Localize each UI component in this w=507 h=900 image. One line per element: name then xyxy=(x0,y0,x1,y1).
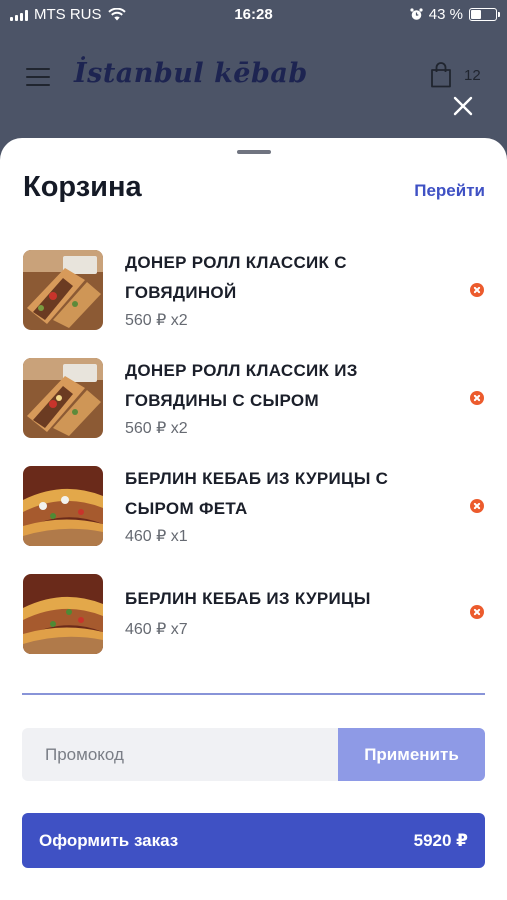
item-name: БЕРЛИН КЕБАБ ИЗ КУРИЦЫ С СЫРОМ ФЕТА xyxy=(125,469,389,518)
item-name: ДОНЕР РОЛЛ КЛАССИК ИЗ ГОВЯДИНЫ С СЫРОМ xyxy=(125,361,358,410)
promo-row: Применить xyxy=(22,728,485,781)
menu-icon[interactable] xyxy=(26,68,50,86)
cart-item: БЕРЛИН КЕБАБ ИЗ КУРИЦЫ 460 ₽ x7 xyxy=(0,572,507,654)
cart-sheet: Корзина Перейти ДОНЕР РОЛЛ КЛАССИК С ГОВ… xyxy=(0,138,507,900)
app-header: İstanbul kēbab 12 xyxy=(0,32,507,138)
doner-roll-cheese-photo xyxy=(23,358,103,438)
item-name: ДОНЕР РОЛЛ КЛАССИК С ГОВЯДИНОЙ xyxy=(125,253,347,302)
battery-icon xyxy=(469,8,500,21)
cart-title: Корзина xyxy=(23,171,142,203)
checkout-button[interactable]: Оформить заказ 5920 ₽ xyxy=(22,813,485,868)
goto-cart-link[interactable]: Перейти xyxy=(414,181,485,201)
remove-item-icon[interactable] xyxy=(470,605,484,619)
item-price: 460 ₽ x7 xyxy=(125,621,188,638)
divider xyxy=(22,693,485,695)
remove-item-icon[interactable] xyxy=(470,499,484,513)
alarm-icon xyxy=(410,8,423,20)
checkout-label: Оформить заказ xyxy=(39,831,179,850)
apply-promo-button[interactable]: Применить xyxy=(338,728,485,781)
remove-item-icon[interactable] xyxy=(470,283,484,297)
promo-code-input[interactable] xyxy=(22,728,338,781)
berlin-kebab-feta-photo xyxy=(23,466,103,546)
doner-roll-photo xyxy=(23,250,103,330)
shopping-bag-icon[interactable] xyxy=(430,62,452,88)
sheet-grabber[interactable] xyxy=(237,150,271,154)
cart-count: 12 xyxy=(464,67,481,84)
item-price: 560 ₽ x2 xyxy=(125,420,188,437)
battery-level xyxy=(471,10,482,19)
status-right: 43 % xyxy=(410,6,500,23)
remove-item-icon[interactable] xyxy=(470,391,484,405)
battery-percent: 43 % xyxy=(428,6,463,23)
item-name: БЕРЛИН КЕБАБ ИЗ КУРИЦЫ xyxy=(125,589,371,608)
item-price: 460 ₽ x1 xyxy=(125,528,188,545)
status-bar: MTS RUS 16:28 43 % xyxy=(0,0,507,32)
close-icon[interactable] xyxy=(451,94,475,118)
checkout-total: 5920 ₽ xyxy=(413,831,468,850)
cart-item: БЕРЛИН КЕБАБ ИЗ КУРИЦЫ С СЫРОМ ФЕТА 460 … xyxy=(0,464,507,546)
item-price: 560 ₽ x2 xyxy=(125,312,188,329)
cart-item: ДОНЕР РОЛЛ КЛАССИК ИЗ ГОВЯДИНЫ С СЫРОМ 5… xyxy=(0,356,507,438)
brand-logo[interactable]: İstanbul kēbab xyxy=(74,58,308,89)
cart-item: ДОНЕР РОЛЛ КЛАССИК С ГОВЯДИНОЙ 560 ₽ x2 xyxy=(0,248,507,330)
berlin-kebab-photo xyxy=(23,574,103,654)
